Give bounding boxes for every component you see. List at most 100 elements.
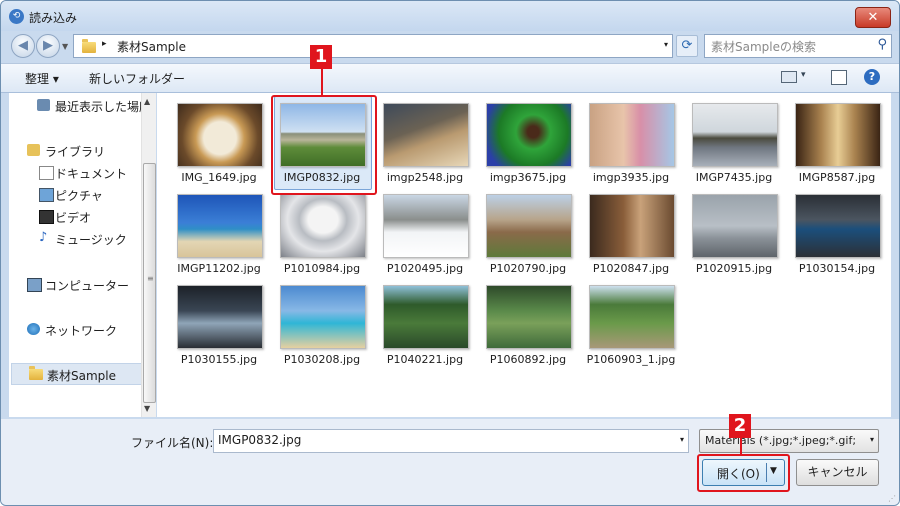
callout-1-line xyxy=(321,67,323,95)
photo-image xyxy=(692,103,778,167)
file-type-dropdown-icon[interactable]: ▾ xyxy=(870,435,874,444)
file-name: P1020495.jpg xyxy=(386,262,464,275)
scrollbar-thumb[interactable]: ≡ xyxy=(143,163,156,403)
help-icon[interactable]: ? xyxy=(864,69,880,85)
photo-image xyxy=(383,103,469,167)
cancel-button[interactable]: キャンセル xyxy=(796,459,879,486)
photo-image xyxy=(177,194,263,258)
scroll-up-icon[interactable]: ▲ xyxy=(144,97,150,106)
forward-button[interactable]: ▶ xyxy=(36,34,60,58)
file-name: P1020790.jpg xyxy=(489,262,567,275)
file-type-select[interactable]: Materials (*.jpg;*.jpeg;*.gif; ▾ xyxy=(699,429,879,453)
file-name: P1040221.jpg xyxy=(386,353,464,366)
file-name: imgp3935.jpg xyxy=(592,171,670,184)
photo-image xyxy=(383,194,469,258)
navigation-pane: 最近表示した場所 ライブラリ ドキュメント ピクチャ ビデオ ♪ ミュージック … xyxy=(9,93,156,417)
view-dropdown-icon[interactable]: ▾ xyxy=(801,70,806,80)
grip-icon: ≡ xyxy=(147,274,154,283)
filename-value[interactable]: IMGP0832.jpg xyxy=(218,433,301,447)
window-title: 読み込み xyxy=(29,11,78,25)
sidebar-item-network[interactable]: ネットワーク xyxy=(45,322,117,339)
file-name: P1030155.jpg xyxy=(180,353,258,366)
folder-icon xyxy=(82,39,96,53)
file-name: P1060892.jpg xyxy=(489,353,567,366)
close-button[interactable]: ✕ xyxy=(855,7,891,28)
recent-pages-dropdown[interactable]: ▼ xyxy=(62,42,68,51)
search-input[interactable]: 素材Sampleの検索 ⚲ xyxy=(704,34,892,58)
computer-icon xyxy=(27,278,42,292)
dialog-bottom-panel: ファイル名(N): IMGP0832.jpg ▾ Materials (*.jp… xyxy=(1,414,899,505)
photo-image xyxy=(177,103,263,167)
file-name: imgp3675.jpg xyxy=(489,171,567,184)
breadcrumb-arrow-icon[interactable]: ▸ xyxy=(102,39,107,49)
breadcrumb-current-folder[interactable]: 素材Sample xyxy=(117,38,186,55)
organize-menu-button[interactable]: 整理 ▾ xyxy=(25,70,59,87)
photo-image xyxy=(177,285,263,349)
libraries-icon xyxy=(27,144,40,156)
refresh-button[interactable]: ⟳ xyxy=(676,35,698,57)
photo-image xyxy=(692,194,778,258)
preview-pane-icon[interactable] xyxy=(831,70,847,85)
callout-1-highlight xyxy=(271,95,377,195)
callout-2-highlight xyxy=(697,454,790,492)
address-bar[interactable]: ▸ 素材Sample ▾ xyxy=(73,34,673,58)
photo-image xyxy=(795,194,881,258)
file-list: IMG_1649.jpg IMGP0832.jpg imgp2548.jpg i… xyxy=(157,93,891,417)
file-name: IMGP11202.jpg xyxy=(177,262,261,275)
address-dropdown-icon[interactable]: ▾ xyxy=(664,40,668,49)
photo-image xyxy=(486,285,572,349)
sidebar-item-current-folder[interactable]: 素材Sample xyxy=(47,367,116,384)
open-file-dialog: ⟲ 読み込み ✕ ◀ ▶ ▼ ▸ 素材Sample ▾ ⟳ 素材Sampleの検… xyxy=(0,0,900,506)
sidebar-item-recent[interactable]: 最近表示した場所 xyxy=(55,98,151,115)
network-icon xyxy=(27,323,40,335)
scroll-down-icon[interactable]: ▼ xyxy=(144,404,150,413)
filename-input[interactable]: IMGP0832.jpg ▾ xyxy=(213,429,689,453)
sidebar-item-computer[interactable]: コンピューター xyxy=(45,277,129,294)
address-row: ◀ ▶ ▼ ▸ 素材Sample ▾ ⟳ 素材Sampleの検索 ⚲ xyxy=(1,31,899,61)
sidebar-item-music[interactable]: ミュージック xyxy=(55,231,127,248)
file-name: P1010984.jpg xyxy=(283,262,361,275)
photo-image xyxy=(795,103,881,167)
folder-icon xyxy=(29,366,43,380)
command-bar: 整理 ▾ 新しいフォルダー ▾ ? xyxy=(1,63,899,93)
sidebar-item-pictures[interactable]: ピクチャ xyxy=(55,187,103,204)
sidebar-item-libraries[interactable]: ライブラリ xyxy=(45,143,105,160)
filename-label: ファイル名(N): xyxy=(131,436,214,450)
pictures-icon xyxy=(39,188,54,202)
photo-image xyxy=(486,194,572,258)
callout-1-badge: 1 xyxy=(310,45,332,69)
search-icon[interactable]: ⚲ xyxy=(877,37,887,52)
callout-2-badge: 2 xyxy=(729,414,751,438)
filename-dropdown-icon[interactable]: ▾ xyxy=(680,435,684,444)
sidebar-item-videos[interactable]: ビデオ xyxy=(55,209,91,226)
documents-icon xyxy=(39,166,54,180)
new-folder-button[interactable]: 新しいフォルダー xyxy=(89,70,185,87)
resize-grip-icon[interactable]: ⋰ xyxy=(888,494,896,503)
recent-places-icon xyxy=(37,99,50,111)
search-placeholder: 素材Sampleの検索 xyxy=(711,40,816,54)
back-button[interactable]: ◀ xyxy=(11,34,35,58)
file-name: IMGP8587.jpg xyxy=(798,171,876,184)
app-icon: ⟲ xyxy=(9,9,24,24)
file-name: P1060903_1.jpg xyxy=(586,353,676,366)
view-options-icon[interactable] xyxy=(781,71,797,83)
file-name: P1020847.jpg xyxy=(592,262,670,275)
photo-image xyxy=(280,194,366,258)
photo-image xyxy=(589,103,675,167)
file-name: imgp2548.jpg xyxy=(386,171,464,184)
music-icon: ♪ xyxy=(39,230,48,245)
photo-image xyxy=(589,285,675,349)
file-name: P1030154.jpg xyxy=(798,262,876,275)
videos-icon xyxy=(39,210,54,224)
file-name: P1020915.jpg xyxy=(695,262,773,275)
file-name: IMG_1649.jpg xyxy=(181,171,257,184)
file-name: IMGP7435.jpg xyxy=(695,171,773,184)
sidebar-scrollbar[interactable]: ▲ ≡ ▼ xyxy=(141,93,156,417)
photo-image xyxy=(280,285,366,349)
photo-image xyxy=(486,103,572,167)
file-name: P1030208.jpg xyxy=(283,353,361,366)
sidebar-item-documents[interactable]: ドキュメント xyxy=(55,165,127,182)
title-bar: ⟲ 読み込み ✕ xyxy=(1,1,899,31)
photo-image xyxy=(589,194,675,258)
photo-image xyxy=(383,285,469,349)
